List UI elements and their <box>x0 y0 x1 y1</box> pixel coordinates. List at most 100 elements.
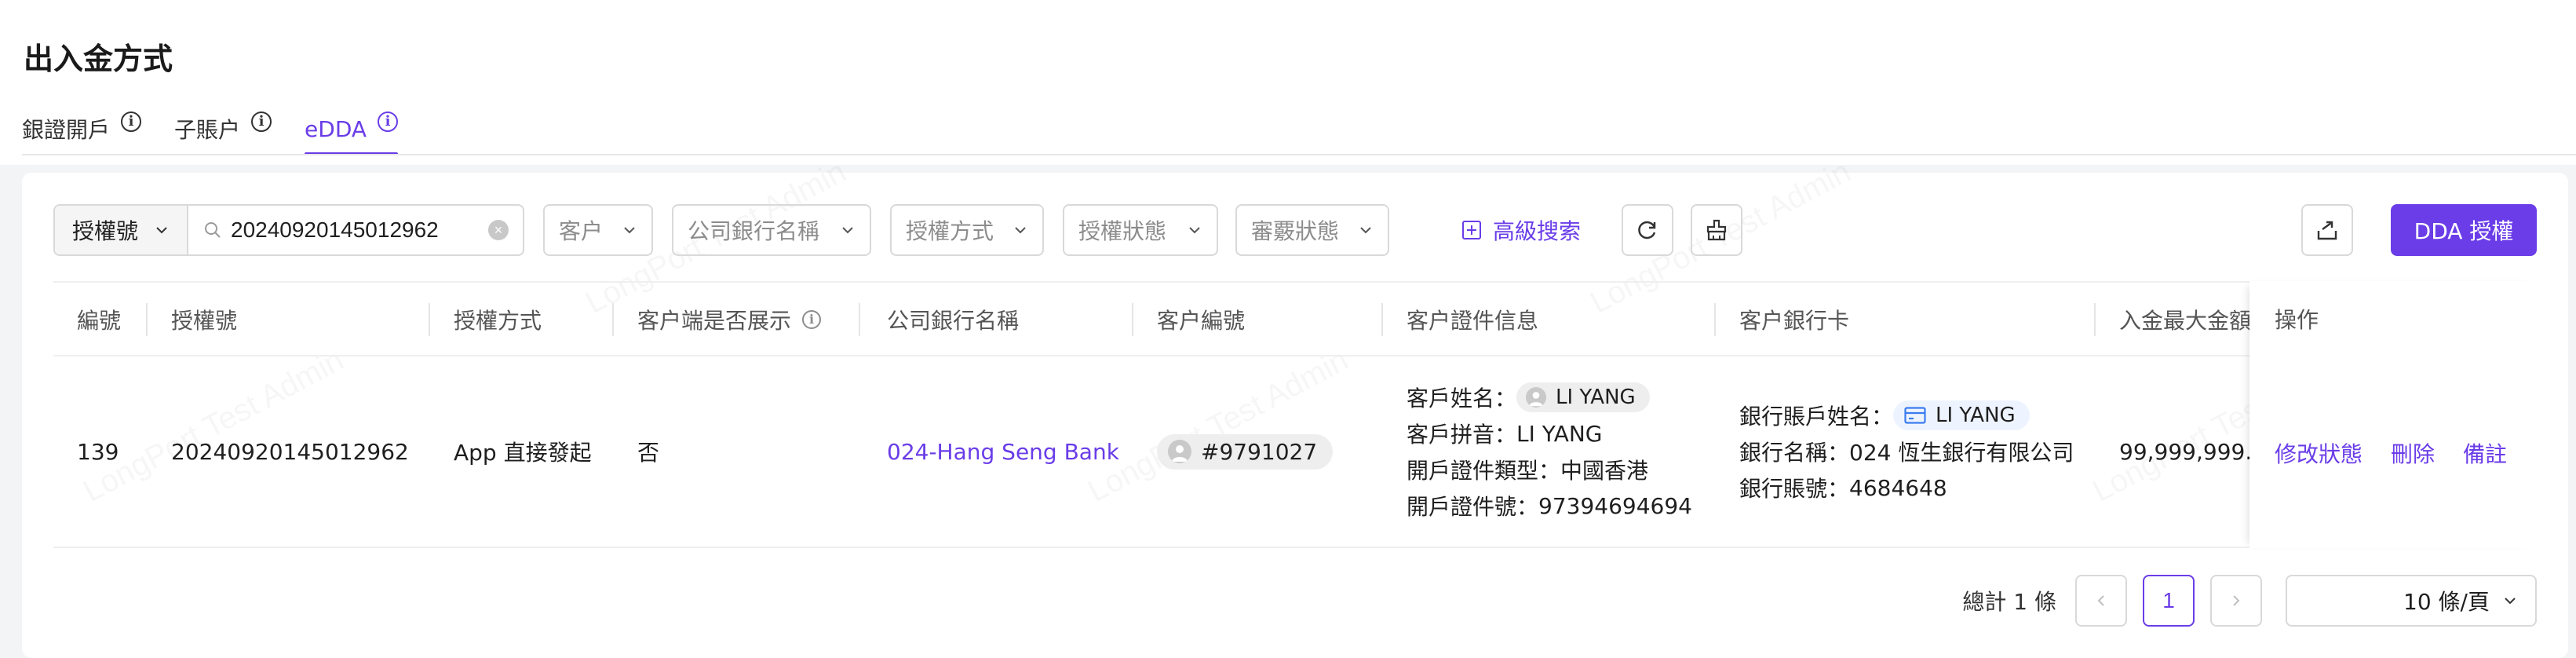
column-separator <box>429 303 430 336</box>
search-icon <box>205 222 221 238</box>
cell-bank-card: 銀行賬戶姓名： LI YANG 銀行名稱： 024 恆生銀行有限公司 銀行賬號：… <box>1739 356 2074 547</box>
clear-icon[interactable]: × <box>488 220 509 240</box>
column-header-client-visible: 客户端是否展示 i <box>637 283 822 356</box>
cell-id: 139 <box>77 438 119 465</box>
search-key-select[interactable]: 授權號 <box>55 206 188 254</box>
pagination: 總計 1 條 1 10 條/頁 <box>1962 575 2537 627</box>
clear-filters-button[interactable] <box>1691 204 1742 256</box>
cell-client-visible: 否 <box>637 440 660 466</box>
card-holder: LI YANG <box>1936 404 2016 427</box>
edda-table: 編號 授權號 授權方式 客户端是否展示 i 公司銀行名稱 客户編號 客户證件信息… <box>53 281 2537 548</box>
column-separator <box>2094 303 2096 336</box>
tab-divider <box>22 154 2576 155</box>
remark-link[interactable]: 備註 <box>2463 437 2507 469</box>
column-header: 客户證件信息 <box>1407 308 1539 334</box>
refresh-icon <box>1638 221 1656 239</box>
delete-link[interactable]: 刪除 <box>2391 437 2435 469</box>
card-account-label: 銀行賬號： <box>1739 476 1850 502</box>
chevron-down-icon <box>1360 227 1371 234</box>
tab-bank-account[interactable]: 銀證開戶 i <box>22 99 142 155</box>
search-group: 授權號 20240920145012962 × <box>53 204 524 256</box>
column-header: 入金最大金額 <box>2119 308 2252 334</box>
pagination-total: 總計 1 條 <box>1962 589 2056 615</box>
customer-name-tag[interactable]: LI YANG <box>1516 382 1650 412</box>
chevron-right-icon <box>2233 595 2240 606</box>
chevron-down-icon <box>624 227 635 234</box>
auth-status-select[interactable]: 授權狀態 <box>1063 204 1218 256</box>
column-separator <box>146 303 148 336</box>
table-header: 編號 授權號 授權方式 客户端是否展示 i 公司銀行名稱 客户編號 客户證件信息… <box>53 281 2537 356</box>
tab-label: 銀證開戶 <box>22 117 111 143</box>
cert-type: 中國香港 <box>1560 458 1649 484</box>
cert-name-label: 客戶姓名： <box>1407 386 1517 411</box>
customer-select[interactable]: 客户 <box>543 204 653 256</box>
credit-card-icon <box>1904 407 1926 424</box>
card-account: 4684648 <box>1849 474 1947 501</box>
auth-status-select-label: 授權狀態 <box>1078 218 1167 244</box>
chevron-left-icon <box>2097 595 2104 606</box>
chevron-down-icon <box>2505 598 2516 605</box>
company-bank-select-label: 公司銀行名稱 <box>688 218 820 244</box>
card-holder-tag[interactable]: LI YANG <box>1893 400 2030 430</box>
tab-edda[interactable]: eDDA i <box>305 99 399 155</box>
cell-auth-method: App 直接發起 <box>454 440 592 466</box>
column-header: 客户編號 <box>1157 308 1246 334</box>
advanced-search-button[interactable]: 高級搜索 <box>1461 204 1581 256</box>
search-value: 20240920145012962 <box>231 218 439 242</box>
customer-tag[interactable]: #9791027 <box>1157 433 1334 470</box>
dda-authorize-button[interactable]: DDA 授權 <box>2391 204 2537 256</box>
column-header: 操作 <box>2275 307 2319 333</box>
page-title: 出入金方式 <box>24 42 173 76</box>
info-icon[interactable]: i <box>121 111 142 132</box>
page-size-select[interactable]: 10 條/頁 <box>2286 575 2537 627</box>
prev-page-button[interactable] <box>2075 575 2127 627</box>
advanced-search-label: 高級搜索 <box>1493 218 1582 244</box>
column-separator <box>1381 303 1383 336</box>
user-icon <box>1168 440 1191 463</box>
chevron-down-icon <box>156 227 167 234</box>
export-button[interactable] <box>2301 204 2353 256</box>
page-header: 出入金方式 銀證開戶 i 子賬户 i eDDA i <box>0 0 2576 165</box>
search-key-label: 授權號 <box>72 218 139 244</box>
edit-status-link[interactable]: 修改狀態 <box>2275 437 2363 469</box>
filter-bar: 授權號 20240920145012962 × 客户 公司銀行名稱 授權方式 授… <box>53 204 2537 256</box>
next-page-button[interactable] <box>2210 575 2262 627</box>
review-status-select[interactable]: 審覈狀態 <box>1235 204 1389 256</box>
chevron-down-icon <box>1189 227 1200 234</box>
cell-auth-no: 20240920145012962 <box>171 438 409 465</box>
bank-link[interactable]: 024-Hang Seng Bank <box>887 356 1119 547</box>
auth-method-select-label: 授權方式 <box>906 218 994 244</box>
info-icon[interactable]: i <box>251 111 272 132</box>
user-icon <box>1526 387 1547 408</box>
info-icon[interactable]: i <box>378 111 399 132</box>
column-header: 授權號 <box>171 308 238 334</box>
customer-no: #9791027 <box>1201 438 1318 465</box>
export-icon <box>2317 221 2337 240</box>
company-bank-select[interactable]: 公司銀行名稱 <box>672 204 871 256</box>
tab-sub-account[interactable]: 子賬户 i <box>174 99 272 155</box>
refresh-button[interactable] <box>1622 204 1673 256</box>
tab-label: 子賬户 <box>174 117 241 143</box>
broom-icon <box>1706 219 1727 241</box>
content-card: LongPort Test Admin LongPort Test Admin … <box>22 173 2568 658</box>
customer-select-label: 客户 <box>559 218 604 244</box>
auth-method-select[interactable]: 授權方式 <box>890 204 1044 256</box>
tab-bar: 銀證開戶 i 子賬户 i eDDA i <box>22 99 431 155</box>
card-bank: 024 恆生銀行有限公司 <box>1849 440 2074 466</box>
cert-pinyin: LI YANG <box>1516 420 1603 447</box>
cell-cert-info: 客戶姓名： LI YANG 客戶拼音： LI YANG 開戶證件類型： 中國香港… <box>1407 356 1692 547</box>
cert-number-label: 開戶證件號： <box>1407 494 1539 520</box>
cell-actions: 修改狀態 刪除 備註 <box>2275 358 2507 548</box>
info-icon[interactable]: i <box>802 310 822 329</box>
column-separator <box>1132 303 1133 336</box>
column-header: 公司銀行名稱 <box>887 308 1020 334</box>
page-size-label: 10 條/頁 <box>2403 589 2490 615</box>
cell-customer-no: #9791027 <box>1157 356 1334 547</box>
column-separator <box>1714 303 1716 336</box>
cert-number: 97394694694 <box>1538 492 1692 519</box>
tab-label: eDDA <box>305 115 367 142</box>
column-header: 客户銀行卡 <box>1739 308 1850 334</box>
column-header: 授權方式 <box>454 308 542 334</box>
search-input[interactable]: 20240920145012962 × <box>188 206 523 254</box>
page-number-button[interactable]: 1 <box>2143 575 2195 627</box>
